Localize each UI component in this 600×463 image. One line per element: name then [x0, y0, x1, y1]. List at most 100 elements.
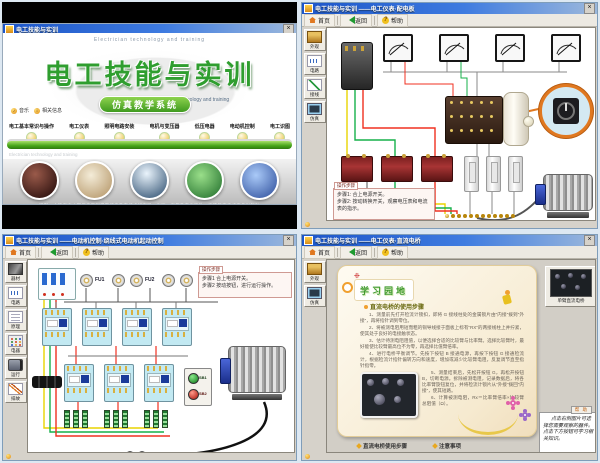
fuse[interactable] [80, 274, 93, 287]
close-icon[interactable]: × [584, 3, 595, 14]
music-icon[interactable] [6, 454, 11, 459]
heading-ring-icon [342, 282, 353, 293]
current-transformer-2[interactable] [381, 156, 413, 182]
meter-panel-quadrant: 电工技能与实训 ——电工仪表·配电板 × 首页 返回 帮助 外观 电路 接线 仿… [301, 2, 598, 229]
music-icon[interactable] [305, 222, 310, 227]
resistor-bank[interactable] [144, 410, 171, 433]
photo-meter[interactable] [75, 161, 114, 200]
menu-item-motorcontrol[interactable]: 电动机控制 [230, 123, 255, 143]
divider [75, 248, 76, 257]
contactor[interactable] [104, 364, 134, 402]
back-button[interactable]: 返回 [340, 14, 372, 27]
terminal-strip[interactable] [445, 214, 449, 218]
home-button[interactable]: 首页 [5, 246, 36, 259]
back-button[interactable]: 返回 [41, 246, 73, 259]
help-button[interactable]: 帮助 [377, 246, 408, 259]
resistor-bank[interactable] [104, 410, 131, 433]
menu-item-machines[interactable]: 电机与变压器 [149, 123, 179, 143]
help-button[interactable]: 帮助 [78, 246, 109, 259]
step-paragraph: 1、测量前先打开检流计锁扣，即将 G 接线柱处的金属锁片由“内接”拨到“外接”，… [360, 312, 524, 324]
sidebar-appearance[interactable]: 外观 [304, 261, 326, 283]
help-icon [83, 249, 90, 256]
home-button[interactable]: 首页 [304, 246, 335, 259]
sidebar-circuit[interactable]: 电路 [304, 53, 326, 75]
sidebar-equipment[interactable]: 器材 [5, 261, 27, 283]
circuit-breaker[interactable] [341, 42, 373, 90]
relay-1[interactable] [464, 156, 479, 192]
learning-panel: ❉ 学习园地 直流电桥的使用步骤 1、测量前先打开检流计锁扣，即将 G 接线柱处… [337, 265, 537, 437]
sidebar-wiring[interactable]: 接线 [304, 77, 326, 99]
back-button[interactable]: 返回 [340, 246, 372, 259]
contactor[interactable] [122, 308, 152, 346]
fuse[interactable] [112, 274, 125, 287]
step-paragraph: 2、将被测电阻用短而粗的铜导线接于面板上标有“RX”的两接线柱上并拧紧，使其处于… [360, 325, 524, 337]
sidebar-devices[interactable]: 电器 [5, 333, 27, 355]
back-arrow-icon [46, 248, 56, 256]
sidebar-principle[interactable]: 原理 [5, 309, 27, 331]
circuit-breaker[interactable] [38, 268, 76, 300]
fuse[interactable] [130, 274, 143, 287]
photo-lamp[interactable] [130, 161, 169, 200]
current-transformer-1[interactable] [341, 156, 373, 182]
motor[interactable] [535, 174, 593, 218]
step-line: 步骤1: 合上电源开关。 [337, 192, 431, 199]
sidebar-circuit[interactable]: 电路 [5, 285, 27, 307]
box-icon [307, 31, 322, 43]
contactor[interactable] [82, 308, 112, 346]
bridge-thumbnail-image [550, 269, 592, 297]
menu-item-lowvoltage[interactable]: 低压电器 [195, 123, 215, 143]
analog-meter-2[interactable] [439, 34, 469, 62]
cam-switch[interactable] [445, 96, 503, 144]
close-icon[interactable]: × [283, 235, 294, 246]
help-tab: 帮 助 [571, 406, 592, 414]
pushbutton-box: SB1 SB2 [184, 368, 212, 406]
menu-item-lighting[interactable]: 照明电路安装 [104, 123, 134, 143]
contactor[interactable] [64, 364, 94, 402]
bullet-icon [364, 305, 368, 309]
music-icon[interactable] [305, 454, 310, 459]
relay-2[interactable] [486, 156, 501, 192]
sidebar-appearance[interactable]: 外观 [304, 29, 326, 51]
menu-item-diagrams[interactable]: 电工识图 [270, 123, 290, 143]
current-transformer-3[interactable] [421, 156, 453, 182]
fuse[interactable] [180, 274, 193, 287]
photo-motor[interactable] [185, 161, 224, 200]
start-button[interactable] [188, 373, 199, 384]
analog-meter-3[interactable] [495, 34, 525, 62]
english-caption-faint: Electrician technology and training [9, 152, 78, 157]
link-notes[interactable]: 注意事项 [433, 442, 461, 450]
photo-pliers[interactable] [20, 161, 59, 200]
sidebar-simulation[interactable]: 仿真 [304, 285, 326, 307]
music-button[interactable]: ♪ 音乐 [11, 107, 29, 114]
contactor[interactable] [162, 308, 192, 346]
relay-3[interactable] [508, 156, 523, 192]
motor[interactable] [220, 346, 286, 400]
contactor[interactable] [42, 308, 72, 346]
home-button[interactable]: 首页 [304, 14, 335, 27]
contactor[interactable] [144, 364, 174, 402]
step-line: 步骤2 按动按钮，进行运行操作。 [202, 283, 288, 290]
fuse[interactable] [162, 274, 175, 287]
analog-meter-4[interactable] [551, 34, 581, 62]
info-button[interactable]: i 相关信息 [34, 107, 62, 114]
photo-components[interactable] [240, 161, 279, 200]
close-icon[interactable]: × [584, 235, 595, 246]
link-usage-steps[interactable]: 直流电桥使用步骤 [357, 442, 407, 450]
help-button[interactable]: 帮助 [377, 14, 408, 27]
sidebar-troubleshoot[interactable]: 排故 [5, 381, 27, 403]
rotary-knob[interactable] [553, 98, 579, 124]
divider [374, 248, 375, 257]
analog-meter-1[interactable] [383, 34, 413, 62]
menu-item-instruments[interactable]: 电工仪表 [69, 123, 89, 143]
splash-mini-buttons: ♪ 音乐 i 相关信息 [11, 107, 62, 114]
menu-item-basics[interactable]: 电工基本常识与操作 [9, 123, 54, 143]
back-arrow-icon [345, 16, 355, 24]
sidebar-run[interactable]: 运行 [5, 357, 27, 379]
resistor-bank[interactable] [64, 410, 91, 433]
reactor[interactable] [32, 376, 62, 388]
stop-button[interactable] [188, 389, 199, 400]
indicator-grid-icon [8, 335, 23, 347]
bridge-photo [360, 372, 418, 418]
bridge-thumbnail-button[interactable]: 单臂直流电桥 [545, 266, 596, 307]
sidebar-simulation[interactable]: 仿真 [304, 101, 326, 123]
